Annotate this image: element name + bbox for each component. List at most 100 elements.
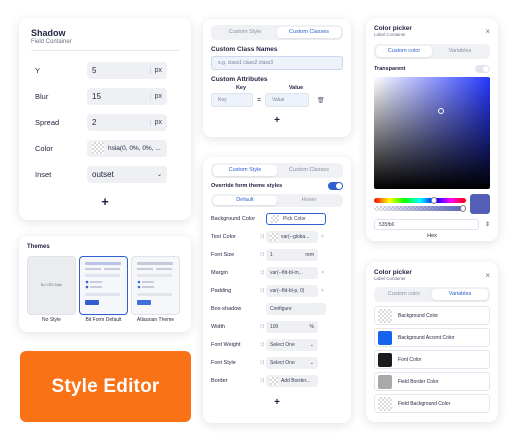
- style-tabs: Custom Style Custom Classes: [211, 25, 343, 40]
- variable-background-accent-color[interactable]: Background Accent Color: [374, 328, 490, 347]
- theme-thumb-default[interactable]: [79, 256, 128, 315]
- shadow-row-color: Color hsla(0, 0%, 0%, ...: [31, 135, 179, 161]
- property-label: Text Color: [211, 234, 236, 240]
- variable-font-color[interactable]: Font Color: [374, 350, 490, 369]
- tab-variables[interactable]: Variables: [432, 46, 488, 57]
- font-size-input[interactable]: 1 rem: [266, 249, 318, 261]
- row-background-color: Background Color Pick Color: [211, 210, 343, 228]
- tab-custom-color[interactable]: Custom color: [376, 46, 432, 57]
- picker-title: Color picker: [374, 25, 412, 32]
- theme-no-style[interactable]: No CSS Style No Style: [27, 256, 76, 323]
- current-color-swatch: [470, 194, 490, 214]
- hue-slider[interactable]: [374, 196, 466, 204]
- theme-thumb-atlassian[interactable]: [131, 256, 180, 315]
- inset-label: Inset: [35, 169, 52, 179]
- tab-custom-classes[interactable]: Custom Classes: [277, 165, 341, 176]
- pick-color-button[interactable]: Pick Color: [266, 213, 326, 225]
- clear-icon[interactable]: ×: [318, 288, 327, 294]
- class-names-input[interactable]: e.g. class1 class2 class3: [211, 56, 343, 70]
- shadow-row-y: Y 5 px: [31, 57, 179, 83]
- tab-custom-style[interactable]: Custom Style: [213, 27, 277, 38]
- tab-hover[interactable]: Hover: [277, 196, 341, 205]
- trash-icon[interactable]: 🗑: [317, 97, 325, 104]
- variable-icon[interactable]: ⤨: [257, 270, 266, 277]
- width-input[interactable]: 100%: [266, 321, 318, 333]
- custom-class-names-heading: Custom Class Names: [211, 46, 278, 53]
- variable-icon[interactable]: ⤨: [257, 378, 266, 385]
- alpha-slider[interactable]: [374, 204, 466, 212]
- color-picker-panel: Color picker Label Container × Custom co…: [366, 18, 498, 241]
- width-unit[interactable]: %: [310, 324, 314, 330]
- pick-color-label: Pick Color: [283, 216, 306, 222]
- theme-caption: Atlassian Theme: [136, 317, 175, 323]
- spread-unit[interactable]: px: [149, 118, 162, 126]
- format-switch-icon[interactable]: ⇕: [485, 221, 490, 228]
- variable-icon[interactable]: ⤨: [257, 234, 266, 241]
- font-size-unit[interactable]: rem: [305, 252, 314, 258]
- saturation-handle[interactable]: [438, 108, 444, 114]
- tab-custom-color[interactable]: Custom color: [376, 289, 432, 300]
- variable-background-color[interactable]: Background Color: [374, 306, 490, 325]
- width-value: 100: [270, 324, 279, 330]
- chevron-down-icon: ⌄: [156, 171, 162, 178]
- hex-input[interactable]: 535fb6: [374, 219, 479, 230]
- transparent-toggle[interactable]: [475, 65, 490, 73]
- row-box-shadow: Box-shadow Configure: [211, 300, 343, 318]
- font-weight-select[interactable]: Select One ⌄: [266, 339, 318, 351]
- spread-value: 2: [92, 117, 97, 127]
- tab-default[interactable]: Default: [213, 196, 277, 205]
- override-toggle[interactable]: [328, 182, 343, 190]
- add-attribute-button[interactable]: +: [271, 115, 283, 127]
- style-editor-banner: Style Editor: [20, 351, 191, 422]
- spread-input[interactable]: 2 px: [87, 113, 167, 131]
- tab-custom-style[interactable]: Custom Style: [213, 165, 277, 176]
- key-input[interactable]: Key: [211, 93, 253, 107]
- inset-value: outset: [92, 169, 114, 179]
- add-shadow-button[interactable]: +: [99, 195, 111, 208]
- equals-sign: =: [256, 96, 262, 104]
- variable-label: Font Color: [398, 356, 422, 363]
- tab-variables[interactable]: Variables: [432, 289, 488, 300]
- text-color-input[interactable]: var(--globa...: [266, 231, 318, 243]
- margin-input[interactable]: var(--fld-bl-m...: [266, 267, 318, 279]
- inset-select[interactable]: outset ⌄: [87, 165, 167, 183]
- close-icon[interactable]: ×: [485, 271, 490, 280]
- property-label: Font Weight: [211, 342, 241, 348]
- theme-thumb-no-style[interactable]: No CSS Style: [27, 256, 76, 315]
- style-tabs: Custom Style Custom Classes: [211, 163, 343, 178]
- variable-icon[interactable]: ⤨: [257, 360, 266, 367]
- close-icon[interactable]: ×: [485, 27, 490, 36]
- row-width: Width ⤨ 100%: [211, 318, 343, 336]
- font-style-select[interactable]: Select One ⌄: [266, 357, 318, 369]
- add-border-button[interactable]: Add Border...: [266, 375, 318, 387]
- padding-input[interactable]: var(--fld-bl-p, 0): [266, 285, 318, 297]
- blur-input[interactable]: 15 px: [87, 87, 167, 105]
- variable-icon[interactable]: ⤨: [257, 324, 266, 331]
- tab-custom-classes[interactable]: Custom Classes: [277, 27, 341, 38]
- black-swatch-icon: [378, 352, 392, 367]
- transparent-swatch-icon: [271, 215, 279, 223]
- configure-button[interactable]: Configure: [266, 303, 326, 315]
- theme-atlassian[interactable]: Atlassian Theme: [131, 256, 180, 323]
- value-input[interactable]: Value: [265, 93, 309, 107]
- property-label: Font Size: [211, 252, 235, 258]
- blur-unit[interactable]: px: [149, 92, 162, 100]
- color-input[interactable]: hsla(0, 0%, 0%, ...: [87, 139, 167, 157]
- y-input[interactable]: 5 px: [87, 61, 167, 79]
- row-border: Border ⤨ Add Border...: [211, 372, 343, 390]
- shadow-row-inset: Inset outset ⌄: [31, 161, 179, 187]
- variable-icon[interactable]: ⤨: [257, 288, 266, 295]
- variable-icon[interactable]: ⤨: [257, 342, 266, 349]
- state-tabs: Default Hover: [211, 194, 343, 207]
- variable-field-background-color[interactable]: Field Background Color: [374, 394, 490, 413]
- variable-icon[interactable]: ⤨: [257, 252, 266, 259]
- y-unit[interactable]: px: [149, 66, 162, 74]
- variable-field-border-color[interactable]: Field Border Color: [374, 372, 490, 391]
- theme-bit-form-default[interactable]: Bit Form Default: [79, 256, 128, 323]
- y-label: Y: [35, 65, 41, 75]
- property-label: Background Color: [211, 216, 256, 222]
- clear-icon[interactable]: ×: [318, 234, 327, 240]
- saturation-area[interactable]: [374, 77, 490, 189]
- add-property-button[interactable]: +: [271, 397, 283, 409]
- clear-icon[interactable]: ×: [318, 270, 327, 276]
